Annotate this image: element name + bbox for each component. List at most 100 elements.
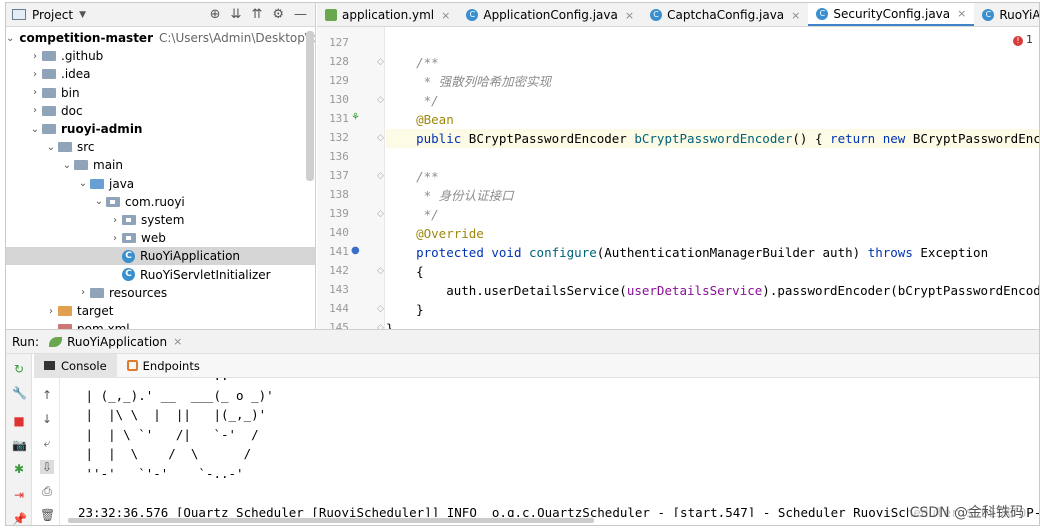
soft-wrap-icon[interactable]: ⤶	[40, 436, 54, 450]
chevron-down-icon[interactable]: ▼	[79, 10, 86, 20]
tree-item[interactable]: ⌄ competition-master C:\Users\Admin\Deskto…	[6, 29, 315, 47]
console-line: 23:32:36.576 [Quartz Scheduler [RuoyiSch…	[78, 504, 1039, 518]
camera-icon[interactable]: 📷	[12, 438, 27, 452]
endpoints-icon	[126, 360, 138, 371]
chevron-right-icon[interactable]: ›	[28, 87, 42, 98]
code-line: /**	[386, 55, 439, 70]
tree-item[interactable]: C RuoYiServletInitializer	[6, 266, 315, 284]
chevron-down-icon[interactable]: ⌄	[60, 160, 74, 171]
class-icon: C	[650, 9, 663, 21]
stop-icon[interactable]: ■	[12, 414, 26, 428]
tree-item-label: target	[77, 304, 114, 318]
editor-gutter: 127 128 ◇ 129 130 ◇ 131 ⚘ 132 ◇ 136 137 ◇ 138 139 ◇ 140 1…	[317, 27, 385, 334]
code-line: */	[386, 93, 439, 108]
chevron-right-icon[interactable]: ›	[108, 233, 122, 244]
line-number: 138	[329, 188, 349, 201]
tree-item[interactable]: ⌄ java	[6, 175, 315, 193]
editor-tab[interactable]: C CaptchaConfig.java ×	[642, 3, 808, 26]
folder-icon	[58, 306, 72, 316]
override-gutter-icon[interactable]: ●	[351, 245, 360, 256]
close-icon[interactable]: ×	[441, 9, 450, 22]
scroll-to-end-icon[interactable]: ⇩	[40, 460, 54, 474]
line-number: 143	[329, 283, 349, 296]
close-icon[interactable]: ×	[625, 9, 634, 22]
tree-item[interactable]: › doc	[6, 102, 315, 120]
exit-icon[interactable]: ⇥	[12, 488, 26, 502]
project-panel-header[interactable]: Project ▼ ⊕ ⇊ ⇈ ⚙ —	[6, 3, 315, 27]
tree-item[interactable]: › .idea	[6, 65, 315, 83]
folder-icon	[74, 160, 88, 171]
expand-all-icon[interactable]: ⇊	[231, 7, 242, 22]
code-editor[interactable]: ! 1 /** * 强散列哈希加密实现 */ @Bean public BCryp…	[386, 27, 1039, 329]
fold-marker-icon[interactable]: ◇	[377, 133, 384, 143]
console-hscrollbar[interactable]	[68, 518, 594, 523]
tree-item[interactable]: pom.xml	[6, 320, 315, 329]
editor-tab[interactable]: C RuoYiApplication.java	[974, 3, 1039, 26]
scroll-down-icon[interactable]: ↓	[40, 412, 54, 426]
folder-icon	[90, 178, 104, 189]
close-icon[interactable]: ×	[791, 9, 800, 22]
fold-marker-icon[interactable]: ◇	[377, 266, 384, 276]
tree-item[interactable]: ⌄ ruoyi-admin	[6, 120, 315, 138]
chevron-right-icon[interactable]: ›	[28, 69, 42, 80]
fold-marker-icon[interactable]: ◇	[377, 95, 384, 105]
minimize-icon[interactable]: —	[294, 7, 307, 22]
tree-item-label: system	[141, 213, 185, 227]
tree-item[interactable]: C RuoYiApplication	[6, 247, 315, 266]
debug-icon[interactable]: ✱	[12, 462, 26, 476]
close-icon[interactable]: ×	[173, 335, 182, 348]
console-line: ''-' `'-' `-..-'	[78, 378, 244, 385]
class-icon: C	[122, 268, 135, 282]
tree-item[interactable]: › target	[6, 302, 315, 320]
tree-item[interactable]: › resources	[6, 284, 315, 302]
chevron-right-icon[interactable]: ›	[44, 306, 58, 317]
editor-tab[interactable]: C ApplicationConfig.java ×	[458, 3, 642, 26]
tree-item[interactable]: ⌄ src	[6, 138, 315, 156]
folder-icon	[42, 87, 56, 98]
chevron-right-icon[interactable]: ›	[28, 105, 42, 116]
code-line: */	[386, 207, 439, 222]
bean-gutter-icon[interactable]: ⚘	[351, 112, 360, 123]
fold-marker-icon[interactable]: ◇	[377, 304, 384, 314]
console-output[interactable]: ''-' `'-' `-..-' | (_,_).' __ ___(_ o _)…	[68, 378, 1039, 517]
line-number: 128	[329, 55, 349, 68]
chevron-down-icon[interactable]: ⌄	[76, 178, 90, 189]
chevron-down-icon[interactable]: ⌄	[28, 124, 42, 135]
run-config-tab[interactable]: RuoYiApplication ×	[49, 335, 182, 349]
trash-icon[interactable]: 🗑	[40, 508, 55, 522]
project-icon	[12, 9, 26, 20]
tab-console[interactable]: Console	[34, 353, 117, 378]
scroll-up-icon[interactable]: ↑	[40, 388, 54, 402]
chevron-right-icon[interactable]: ›	[28, 51, 42, 62]
locate-icon[interactable]: ⊕	[210, 7, 221, 22]
gear-icon[interactable]: ⚙	[272, 7, 284, 22]
close-icon[interactable]: ×	[957, 7, 966, 20]
print-icon[interactable]: ⎙	[40, 484, 54, 498]
collapse-all-icon[interactable]: ⇈	[251, 7, 262, 22]
editor-tabs: application.yml × C ApplicationConfig.java ×…	[317, 3, 1039, 27]
code-line: protected void configure(AuthenticationM…	[416, 245, 989, 260]
console-line: | (_,_).' __ ___(_ o _)'	[78, 387, 274, 403]
fold-marker-icon[interactable]: ◇	[377, 57, 384, 67]
tree-item[interactable]: ⌄ com.ruoyi	[6, 193, 315, 211]
rerun-icon[interactable]: ↻	[12, 362, 26, 376]
tree-item[interactable]: › web	[6, 229, 315, 247]
code-line: }	[386, 302, 424, 317]
editor-tab[interactable]: application.yml ×	[317, 3, 458, 26]
editor-tab[interactable]: C SecurityConfig.java ×	[808, 3, 975, 26]
tree-item[interactable]: › bin	[6, 84, 315, 102]
tree-item[interactable]: › system	[6, 211, 315, 229]
wrench-icon[interactable]: 🔧	[12, 386, 27, 400]
tree-item[interactable]: ⌄ main	[6, 156, 315, 174]
tree-item[interactable]: › .github	[6, 47, 315, 65]
chevron-right-icon[interactable]: ›	[108, 215, 122, 226]
chevron-down-icon[interactable]: ⌄	[92, 196, 106, 207]
chevron-down-icon[interactable]: ⌄	[44, 142, 58, 153]
tab-endpoints[interactable]: Endpoints	[117, 354, 210, 378]
chevron-down-icon[interactable]: ⌄	[6, 33, 14, 44]
fold-marker-icon[interactable]: ◇	[377, 171, 384, 181]
project-scrollbar[interactable]	[306, 31, 314, 181]
chevron-right-icon[interactable]: ›	[76, 287, 90, 298]
fold-marker-icon[interactable]: ◇	[377, 209, 384, 219]
pin-icon[interactable]: 📌	[12, 512, 27, 525]
